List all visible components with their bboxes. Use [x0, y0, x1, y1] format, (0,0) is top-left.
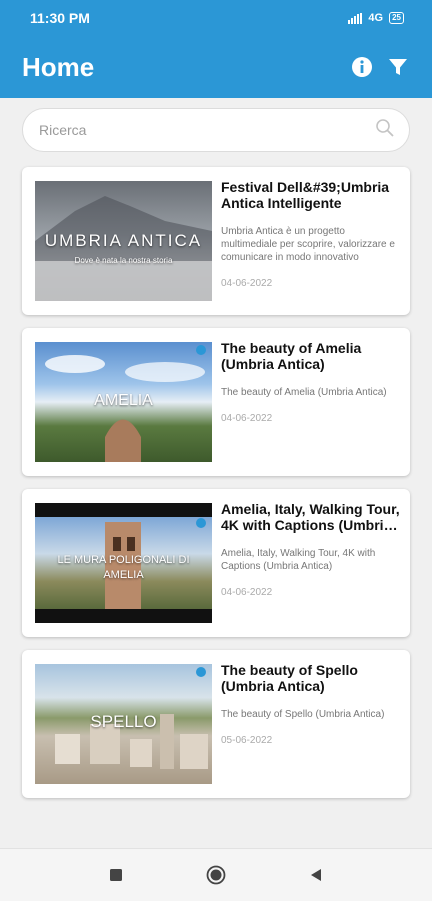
item-title: Festival Dell&#39;Umbria Antica Intellig… — [221, 179, 390, 211]
video-thumbnail: UMBRIA ANTICA Dove è nata la nostra stor… — [35, 181, 212, 301]
thumbnail-title: SPELLO — [90, 712, 157, 731]
item-info: The beauty of Spello (Umbria Antica) The… — [221, 662, 401, 746]
recent-apps-icon[interactable] — [106, 865, 126, 885]
list-item[interactable]: LE MURA POLIGONALI DI AMELIA Amelia, Ita… — [22, 489, 410, 637]
item-title: The beauty of Amelia (Umbria Antica) — [221, 340, 362, 372]
video-thumbnail: SPELLO — [35, 664, 212, 784]
item-description: Umbria Antica è un progetto multimediale… — [221, 226, 395, 263]
video-thumbnail: AMELIA — [35, 342, 212, 462]
item-date: 04-06-2022 — [221, 587, 273, 598]
thumbnail-title: AMELIA — [94, 392, 153, 409]
list-item[interactable]: SPELLO The beauty of Spello (Umbria Anti… — [22, 650, 410, 798]
filter-icon[interactable] — [386, 55, 410, 79]
video-thumbnail: LE MURA POLIGONALI DI AMELIA — [35, 503, 212, 623]
item-title: Amelia, Italy, Walking Tour, 4K with Cap… — [221, 501, 400, 533]
info-icon[interactable] — [350, 55, 374, 79]
page-title: Home — [22, 51, 95, 82]
search-icon[interactable] — [375, 118, 395, 143]
item-date: 04-06-2022 — [221, 413, 273, 424]
item-info: The beauty of Amelia (Umbria Antica) The… — [221, 340, 401, 424]
item-description: Amelia, Italy, Walking Tour, 4K with Cap… — [221, 548, 376, 572]
search-input[interactable] — [37, 121, 361, 139]
app-bar-actions — [350, 55, 410, 79]
item-info: Festival Dell&#39;Umbria Antica Intellig… — [221, 179, 401, 289]
system-nav-bar — [0, 848, 432, 901]
list-item[interactable]: AMELIA The beauty of Amelia (Umbria Anti… — [22, 328, 410, 476]
home-icon[interactable] — [206, 865, 226, 885]
item-date: 04-06-2022 — [221, 278, 273, 289]
search-bar — [22, 108, 410, 152]
thumbnail-subtitle: Dove è nata la nostra storia — [74, 256, 173, 265]
back-icon[interactable] — [306, 865, 326, 885]
item-date: 05-06-2022 — [221, 735, 273, 746]
item-title: The beauty of Spello (Umbria Antica) — [221, 662, 358, 694]
status-time: 11:30 PM — [30, 10, 90, 26]
item-description: The beauty of Spello (Umbria Antica) — [221, 709, 385, 720]
status-bar: 11:30 PM 4G 25 — [0, 0, 432, 36]
item-info: Amelia, Italy, Walking Tour, 4K with Cap… — [221, 501, 401, 598]
app-bar: Home — [0, 36, 432, 98]
battery-icon: 25 — [389, 12, 404, 24]
network-label: 4G — [368, 12, 384, 24]
item-description: The beauty of Amelia (Umbria Antica) — [221, 387, 387, 398]
thumbnail-title: UMBRIA ANTICA — [44, 231, 203, 250]
status-icons: 4G 25 — [348, 12, 404, 24]
list-item[interactable]: UMBRIA ANTICA Dove è nata la nostra stor… — [22, 167, 410, 315]
signal-icon — [348, 12, 363, 24]
thumbnail-title: LE MURA POLIGONALI DI AMELIA — [57, 554, 190, 581]
